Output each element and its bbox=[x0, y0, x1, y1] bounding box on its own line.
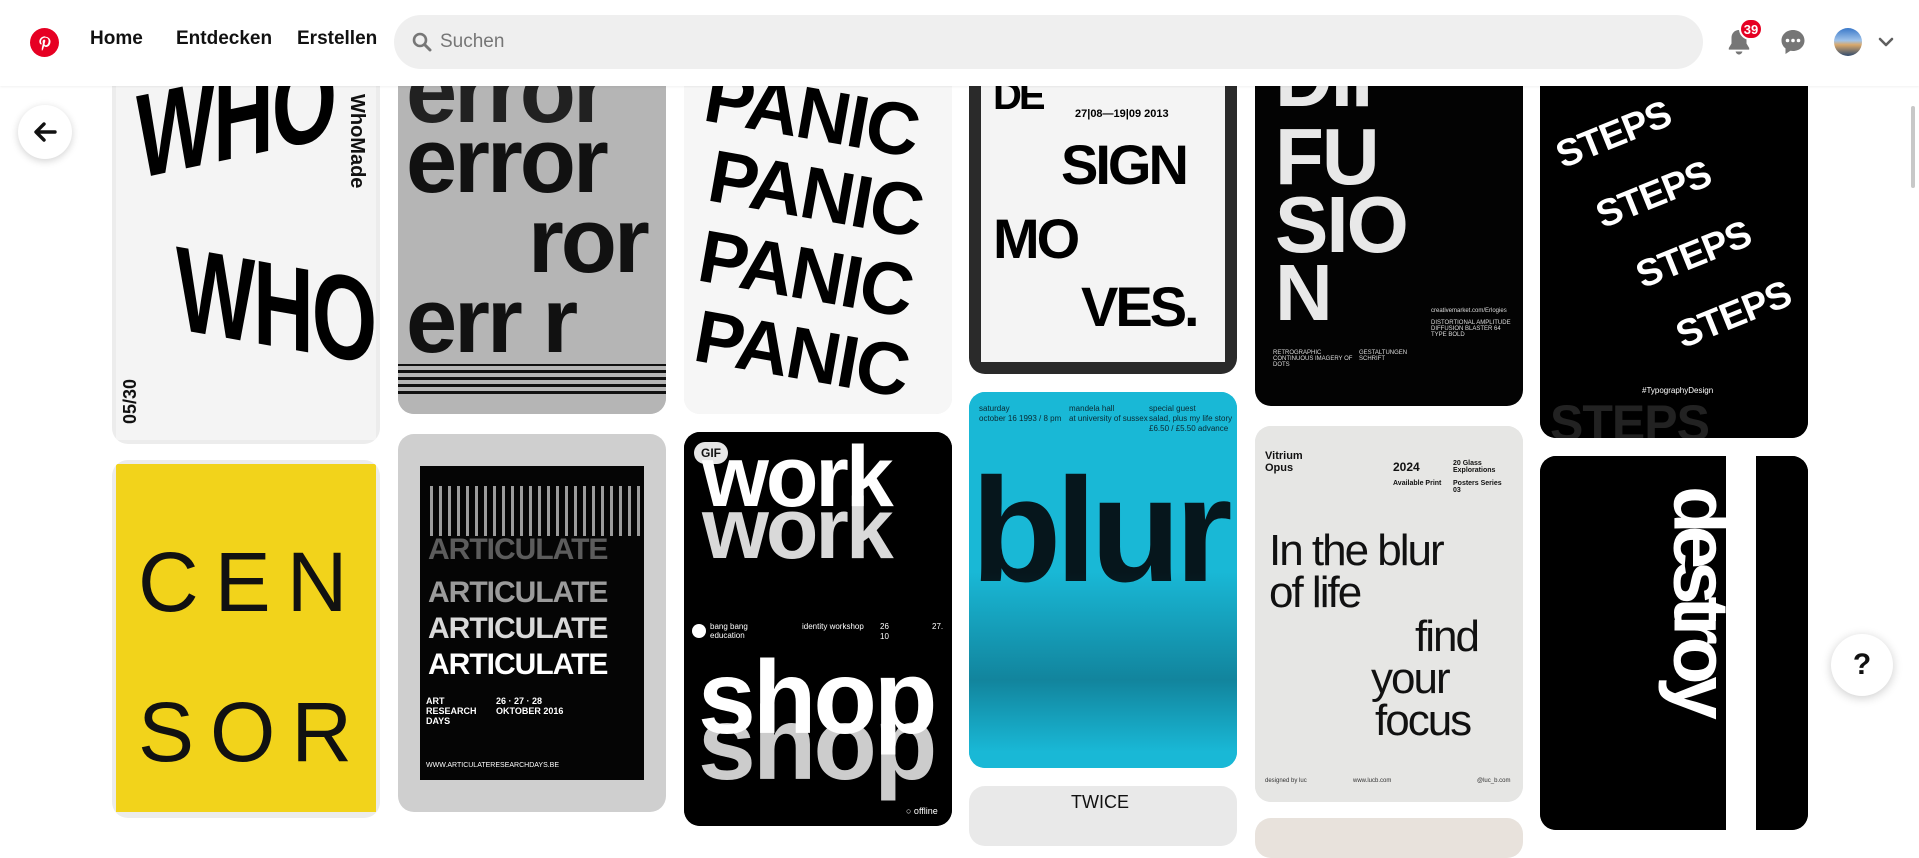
poster-side-text: WhoMade bbox=[346, 94, 368, 189]
poster-info: 27. bbox=[932, 622, 944, 631]
poster-line: your bbox=[1371, 654, 1451, 703]
pinterest-logo[interactable] bbox=[30, 28, 59, 57]
poster-info: identity workshop bbox=[802, 622, 864, 631]
search-icon bbox=[412, 32, 432, 52]
pin-focus[interactable]: Vitrium Opus 2024 20 Glass Explorations … bbox=[1255, 426, 1523, 802]
poster-line: find bbox=[1415, 612, 1480, 661]
search-input[interactable] bbox=[440, 31, 1640, 53]
poster-word: work bbox=[702, 481, 894, 577]
poster-info: mandela hall bbox=[1069, 404, 1115, 413]
poster-word: STEPS bbox=[1550, 93, 1677, 177]
poster-line: err r bbox=[406, 270, 578, 372]
pin-whomadewho[interactable]: WHO WHO WhoMade 05/30 bbox=[112, 64, 380, 444]
chat-bubble-icon[interactable] bbox=[1777, 26, 1809, 58]
top-navigation-bar: Home Entdecken Erstellen 39 bbox=[0, 0, 1919, 86]
nav-create[interactable]: Erstellen bbox=[297, 28, 377, 50]
poster-word: ARTICULATE bbox=[428, 576, 608, 609]
poster-year: 2024 bbox=[1393, 460, 1420, 474]
poster-dates: 26 · 27 · 28 OKTOBER 2016 bbox=[496, 696, 564, 716]
poster-url: WWW.ARTICULATERESEARCHDAYS.BE bbox=[426, 762, 560, 769]
poster-info: saturday bbox=[979, 404, 1010, 413]
poster-caption: GESTALTUNGEN SCHRIFT bbox=[1359, 350, 1408, 362]
back-button[interactable] bbox=[18, 105, 72, 159]
poster-line: of life bbox=[1269, 568, 1362, 617]
pin-design-moves[interactable]: DE 27|08—19|09 2013 SIGN MO VES. bbox=[969, 64, 1237, 374]
poster-line: VES. bbox=[1081, 275, 1200, 338]
poster-brand: Vitrium Opus bbox=[1265, 450, 1303, 474]
poster-line: MO bbox=[993, 207, 1080, 270]
poster-site: www.lucb.com bbox=[1353, 778, 1392, 784]
pin-error[interactable]: error error ror err r bbox=[398, 64, 666, 414]
poster-date: 27|08—19|09 2013 bbox=[1075, 108, 1169, 120]
poster-word: ARTICULATE bbox=[428, 612, 608, 645]
poster-info: 26 bbox=[880, 622, 889, 631]
pin-destroy[interactable]: destroy bbox=[1540, 456, 1808, 830]
poster-line: focus bbox=[1375, 696, 1472, 745]
poster-caption: DISTORTIONAL AMPLITUDE DIFFUSION BLASTER… bbox=[1431, 320, 1511, 338]
pin-workshop[interactable]: work work bang bang education identity w… bbox=[684, 432, 952, 826]
nav-home[interactable]: Home bbox=[90, 28, 143, 50]
poster-info: at university of sussex bbox=[1069, 414, 1148, 423]
search-bar[interactable] bbox=[394, 15, 1703, 69]
pin-censor[interactable]: CEN SOR bbox=[112, 460, 380, 818]
poster-line: SIGN bbox=[1061, 133, 1189, 196]
poster-line: ror bbox=[528, 190, 650, 292]
scrollbar[interactable] bbox=[1911, 106, 1915, 188]
poster-handle: @luc_b.com bbox=[1477, 778, 1511, 784]
nav-explore[interactable]: Entdecken bbox=[176, 28, 272, 50]
poster-word: shop bbox=[698, 686, 937, 802]
help-button[interactable]: ? bbox=[1831, 634, 1893, 696]
poster-credit: designed by luc bbox=[1265, 778, 1307, 784]
poster-series: 20 Glass Explorations bbox=[1453, 460, 1496, 474]
poster-line: In the blur bbox=[1269, 526, 1445, 575]
pin-twice[interactable]: TWICE bbox=[969, 786, 1237, 846]
avatar[interactable] bbox=[1834, 28, 1862, 56]
poster-word: destroy bbox=[1657, 486, 1746, 712]
poster-url: creativemarket.com/Erlogies bbox=[1431, 308, 1507, 314]
poster-info: salad, plus my life story bbox=[1149, 414, 1233, 423]
poster-title-repeat: WHO bbox=[176, 221, 375, 391]
poster-info: october 16 1993 / 8 pm bbox=[979, 414, 1062, 423]
poster-info: £6.50 / £5.50 advance bbox=[1149, 424, 1229, 433]
pin-partial[interactable] bbox=[1255, 818, 1523, 858]
poster-caption: RETROGRAPHIC CONTINUOUS IMAGERY OF DOTS bbox=[1273, 350, 1353, 368]
arrow-left-icon bbox=[34, 122, 57, 142]
poster-series-number: Posters Series 03 bbox=[1453, 480, 1502, 494]
poster-title-bottom: SOR bbox=[138, 685, 369, 779]
notification-count-badge: 39 bbox=[1739, 18, 1763, 40]
poster-word: ARTICULATE bbox=[428, 533, 608, 566]
poster-available: Available Print bbox=[1393, 480, 1442, 487]
pin-diffusion[interactable]: DIF FU SIO N creativemarket.com/Erlogies… bbox=[1255, 64, 1523, 406]
poster-word: STEPS bbox=[1550, 395, 1710, 438]
poster-word: ARTICULATE bbox=[428, 648, 608, 681]
poster-word: STEPS bbox=[1630, 213, 1757, 297]
poster-word: STEPS bbox=[1590, 153, 1717, 237]
poster-info: bang bang education bbox=[710, 622, 748, 640]
poster-number: 05/30 bbox=[120, 378, 140, 424]
question-mark-icon: ? bbox=[1852, 648, 1872, 681]
poster-word: STEPS bbox=[1670, 273, 1797, 357]
poster-info: special guest bbox=[1149, 404, 1196, 413]
poster-caption: ART RESEARCH DAYS bbox=[426, 696, 477, 726]
pin-steps[interactable]: STEPS STEPS STEPS STEPS #TypographyDesig… bbox=[1540, 64, 1808, 438]
pin-articulate[interactable]: ARTICULATE ARTICULATE ARTICULATE ARTICUL… bbox=[398, 434, 666, 812]
pin-panic[interactable]: PANIC PANIC PANIC PANIC bbox=[684, 64, 952, 414]
gif-badge: GIF bbox=[694, 442, 728, 464]
poster-line: N bbox=[1275, 248, 1333, 337]
chevron-down-icon[interactable] bbox=[1874, 26, 1898, 58]
pin-blur[interactable]: saturday october 16 1993 / 8 pm mandela … bbox=[969, 392, 1237, 768]
poster-foot: ○ offline bbox=[906, 806, 938, 816]
poster-word: TWICE bbox=[1071, 792, 1129, 812]
poster-line: error bbox=[406, 110, 609, 212]
